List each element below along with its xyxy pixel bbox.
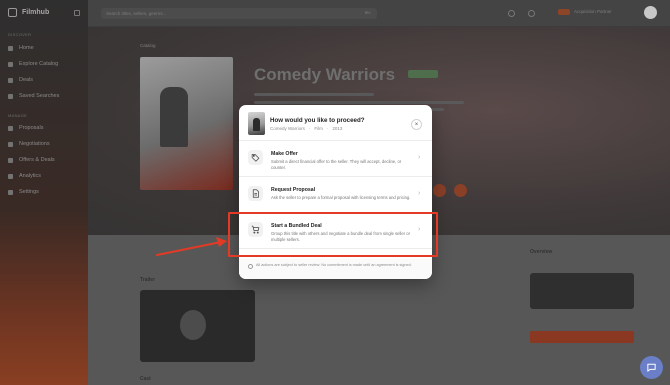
search-placeholder: Search titles, sellers, genres... bbox=[106, 11, 167, 16]
footer-note: All actions are subject to seller review… bbox=[256, 263, 412, 267]
sidebar-item-label: Deals bbox=[19, 77, 34, 83]
sidebar-item-label: Home bbox=[19, 45, 34, 51]
user-name[interactable]: Acquisition Partner bbox=[574, 9, 612, 14]
primary-cta-button[interactable] bbox=[530, 331, 634, 343]
page-title: Comedy Warriors bbox=[254, 65, 396, 84]
sidebar-item-analytics[interactable]: Analytics bbox=[8, 173, 41, 179]
logo-text: Filmhub bbox=[22, 9, 50, 16]
sidebar-item-label: Negotiations bbox=[19, 141, 50, 147]
sidebar-item-home[interactable]: Home bbox=[8, 45, 34, 51]
sidebar-item-saved[interactable]: Saved Searches bbox=[8, 93, 59, 99]
option-description: Submit a direct financial offer to the s… bbox=[271, 159, 402, 170]
bell-icon[interactable] bbox=[508, 10, 515, 17]
option-title: Make Offer bbox=[271, 151, 298, 157]
sidebar-item-deals[interactable]: Deals bbox=[8, 77, 33, 83]
sidebar-item-label: Analytics bbox=[19, 173, 42, 179]
logo-icon bbox=[8, 8, 17, 17]
chevron-right-icon: › bbox=[418, 154, 421, 161]
option-request-proposal[interactable]: Request Proposal Ask the seller to prepa… bbox=[239, 177, 432, 213]
sidebar-item-label: Offers & Deals bbox=[19, 157, 55, 163]
section-heading: Cast bbox=[140, 376, 151, 382]
chart-icon bbox=[8, 173, 13, 179]
close-button[interactable]: × bbox=[411, 119, 422, 130]
sidebar-section-label: Manage bbox=[8, 113, 28, 118]
status-badge bbox=[408, 70, 438, 78]
sidebar-item-explore[interactable]: Explore Catalog bbox=[8, 61, 58, 67]
chat-button[interactable] bbox=[640, 356, 663, 379]
gear-icon bbox=[8, 189, 13, 195]
dialog-title: How would you like to proceed? bbox=[270, 117, 365, 124]
handshake-icon bbox=[8, 77, 13, 83]
sidebar-item-label: Settings bbox=[19, 189, 39, 195]
poster-image bbox=[140, 57, 233, 190]
poster-figure bbox=[160, 87, 188, 147]
sidebar-item-label: Saved Searches bbox=[19, 93, 60, 99]
option-make-offer[interactable]: Make Offer Submit a direct financial off… bbox=[239, 141, 432, 177]
chevron-right-icon: › bbox=[418, 190, 421, 197]
subtitle-year: 2013 bbox=[332, 126, 343, 131]
synopsis-line bbox=[254, 101, 464, 104]
app-logo[interactable]: Filmhub bbox=[8, 8, 49, 17]
chat-bubble-icon bbox=[647, 363, 656, 372]
close-icon: × bbox=[414, 121, 419, 128]
document-icon bbox=[248, 186, 263, 201]
pointer-arrow-icon bbox=[156, 237, 227, 256]
home-icon bbox=[8, 45, 13, 51]
sidebar-collapse-icon[interactable] bbox=[74, 10, 80, 16]
help-icon[interactable] bbox=[528, 10, 535, 17]
sidebar-item-offers[interactable]: Offers & Deals bbox=[8, 157, 55, 163]
dialog-subtitle: Comedy Warriors · Film · 2013 bbox=[270, 126, 342, 131]
subtitle-separator: · bbox=[308, 126, 311, 131]
tag-icon bbox=[8, 157, 13, 163]
dialog-header: How would you like to proceed? Comedy Wa… bbox=[239, 105, 432, 141]
action-button[interactable] bbox=[454, 184, 467, 197]
sidebar-section-label: Discover bbox=[8, 32, 32, 37]
action-button[interactable] bbox=[433, 184, 446, 197]
sidebar: Filmhub Discover Home Explore Catalog De… bbox=[0, 0, 88, 385]
meta-line bbox=[254, 93, 374, 96]
option-title: Request Proposal bbox=[271, 187, 316, 193]
title-thumbnail bbox=[248, 112, 265, 135]
section-heading: Trailer bbox=[140, 277, 156, 283]
subtitle-type: Film bbox=[314, 126, 323, 131]
sidebar-item-settings[interactable]: Settings bbox=[8, 189, 39, 195]
subtitle-separator: · bbox=[326, 126, 329, 131]
bookmark-icon bbox=[8, 93, 13, 99]
thumbnail-figure bbox=[253, 118, 260, 131]
subtitle-title: Comedy Warriors bbox=[270, 126, 305, 131]
avatar[interactable] bbox=[644, 6, 657, 19]
search-input[interactable]: Search titles, sellers, genres... ⌘K bbox=[101, 8, 377, 19]
trailer-glow bbox=[180, 310, 206, 340]
info-icon bbox=[248, 264, 253, 269]
trailer-thumbnail[interactable] bbox=[140, 290, 255, 362]
top-bar: Search titles, sellers, genres... ⌘K Acq… bbox=[88, 0, 670, 27]
section-heading: Overview bbox=[530, 249, 553, 255]
compass-icon bbox=[8, 61, 13, 67]
breadcrumb[interactable]: Catalog bbox=[140, 43, 156, 48]
tag-icon bbox=[248, 150, 263, 165]
file-icon bbox=[8, 125, 13, 131]
search-shortcut: ⌘K bbox=[364, 10, 371, 15]
sidebar-item-label: Proposals bbox=[19, 125, 44, 131]
option-description: Ask the seller to prepare a formal propo… bbox=[271, 195, 411, 200]
role-badge bbox=[558, 9, 570, 15]
sidebar-item-label: Explore Catalog bbox=[19, 61, 59, 67]
preview-card[interactable] bbox=[530, 273, 634, 309]
highlight-box bbox=[228, 212, 438, 257]
dialog-footer: All actions are subject to seller review… bbox=[239, 259, 432, 279]
sidebar-item-negotiations[interactable]: Negotiations bbox=[8, 141, 50, 147]
sidebar-item-proposals[interactable]: Proposals bbox=[8, 125, 43, 131]
chat-icon bbox=[8, 141, 13, 147]
